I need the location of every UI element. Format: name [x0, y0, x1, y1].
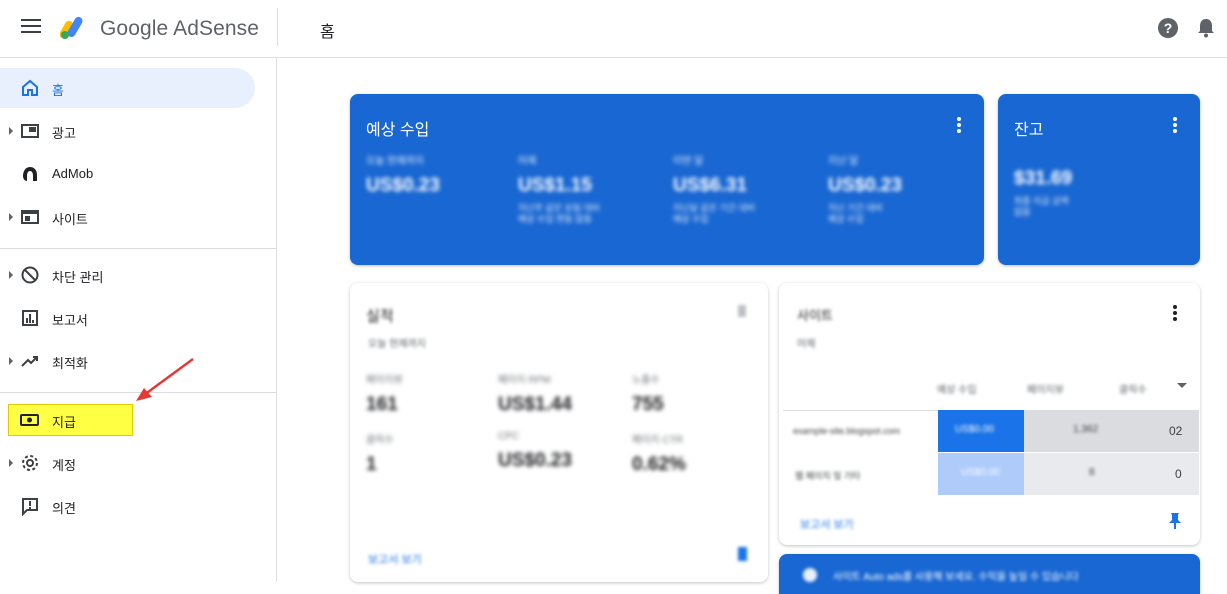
site-pageviews: 8: [1089, 467, 1095, 478]
pin-icon[interactable]: [1168, 512, 1182, 530]
notifications-bell-icon[interactable]: [1197, 18, 1215, 38]
expand-caret-icon[interactable]: [9, 127, 13, 135]
view-report-link[interactable]: 보고서 보기: [800, 516, 854, 532]
sites-icon: [21, 210, 39, 224]
notice-card: 사이트 Auto ads를 사용해 보세요. 수익을 높일 수 있습니다: [779, 554, 1200, 594]
expand-caret-icon[interactable]: [9, 357, 13, 365]
sidebar-divider: [0, 248, 276, 249]
page-title: 홈: [320, 24, 335, 41]
annotation-arrow: [136, 357, 194, 401]
estimated-earnings-card: 예상 수입 오늘 현재까지 US$0.23 어제 US$1.15 지난주 같은 …: [350, 94, 984, 265]
sidebar-item-ads[interactable]: 광고: [0, 111, 256, 151]
perf-metric: 노출수 755: [632, 375, 664, 415]
notice-text: 사이트 Auto ads를 사용해 보세요. 수익을 높일 수 있습니다: [833, 572, 1079, 583]
site-earnings: US$0.00: [955, 424, 994, 435]
clicks-bar: [1140, 453, 1199, 495]
table-row[interactable]: 웹 페이지 및 기타 US$0.00 8 0: [783, 453, 1199, 495]
perf-metric: 클릭수 1: [366, 435, 394, 475]
expand-caret-icon[interactable]: [9, 271, 13, 279]
date-range-dropdown[interactable]: 오늘 현재까지: [368, 335, 426, 350]
expand-caret-icon[interactable]: [9, 213, 13, 221]
column-header-earnings[interactable]: 예상 수입: [937, 381, 977, 396]
hamburger-menu-icon[interactable]: [21, 19, 41, 37]
sidebar-item-label: 지급: [52, 415, 76, 430]
trending-up-icon: [21, 356, 38, 367]
balance-card: 잔고 $31.69 최종 지급 금액 없음: [998, 94, 1200, 265]
reports-icon: [22, 310, 38, 326]
sidebar-item-label: 사이트: [52, 212, 88, 227]
site-name: 웹 페이지 및 기타: [795, 471, 861, 481]
sidebar-item-feedback[interactable]: 의견: [0, 486, 256, 526]
top-app-bar: Google AdSense 홈 ?: [0, 0, 1227, 58]
sidebar-item-label: 홈: [52, 83, 64, 98]
column-header-clicks[interactable]: 클릭수: [1119, 381, 1147, 396]
performance-card: 실적 오늘 현재까지 페이지뷰 161 페이지 RPM US$1.44 노출수 …: [350, 283, 768, 582]
chevron-down-icon[interactable]: [1177, 383, 1187, 388]
feedback-icon: [22, 498, 38, 516]
sidebar-item-account[interactable]: 계정: [0, 443, 256, 483]
card-title: 예상 수입: [366, 122, 430, 139]
perf-metric: 페이지뷰 161: [366, 375, 403, 415]
card-title: 잔고: [1014, 122, 1044, 139]
sidebar-item-label: AdMob: [52, 166, 94, 181]
ads-icon: [21, 124, 39, 138]
help-icon[interactable]: ?: [1158, 18, 1178, 38]
earnings-metric-this-month: 이번 달 US$6.31 지난달 같은 기간 대비 예상 수입: [673, 156, 756, 224]
info-icon: [803, 568, 817, 582]
adsense-logo: [60, 16, 83, 39]
earnings-metric-last-month: 지난 달 US$0.23 지난 기간 대비 예상 수입: [828, 156, 902, 224]
sidebar-item-blocking-controls[interactable]: 차단 관리: [0, 255, 256, 295]
payments-icon: [20, 414, 39, 426]
info-icon[interactable]: [738, 305, 746, 317]
perf-metric: 페이지 CTR 0.62%: [632, 435, 686, 475]
gear-icon: [22, 455, 38, 471]
site-earnings: US$0.00: [961, 467, 1000, 478]
more-vert-icon[interactable]: [957, 117, 961, 133]
sidebar-item-reports[interactable]: 보고서: [0, 298, 256, 338]
sidebar-item-home[interactable]: 홈: [0, 68, 255, 108]
sidebar-item-payments[interactable]: 지급: [0, 400, 256, 440]
admob-icon: [23, 167, 37, 181]
card-title: 사이트: [797, 308, 833, 323]
header-divider: [277, 8, 278, 46]
date-range-dropdown[interactable]: 어제: [797, 335, 815, 350]
expand-caret-icon[interactable]: [9, 459, 13, 467]
balance-value: $31.69 최종 지급 금액 없음: [1014, 168, 1073, 217]
more-vert-icon[interactable]: [1173, 117, 1177, 133]
sidebar-item-label: 계정: [52, 458, 76, 473]
site-name: example-site.blogspot.com: [793, 426, 901, 436]
earnings-metric-yesterday: 어제 US$1.15 지난주 같은 요일 대비 예상 수입 변동 없음: [518, 156, 601, 224]
sidebar-nav: 홈 광고 AdMob 사이트 차단 관리 보고서 최적화 지급 계정 의견: [0, 58, 277, 582]
earnings-metric-today: 오늘 현재까지 US$0.23: [366, 156, 440, 196]
table-row[interactable]: example-site.blogspot.com US$0.00 1,362 …: [783, 410, 1199, 452]
block-icon: [21, 266, 39, 284]
sidebar-item-optimization[interactable]: 최적화: [0, 341, 256, 381]
site-clicks: 02: [1169, 424, 1183, 438]
sidebar-item-sites[interactable]: 사이트: [0, 197, 256, 237]
sidebar-item-label: 최적화: [52, 356, 88, 371]
more-vert-icon[interactable]: [1173, 305, 1177, 321]
sidebar-item-label: 보고서: [52, 313, 88, 328]
site-pageviews: 1,362: [1073, 424, 1099, 435]
home-icon: [22, 79, 38, 96]
sidebar-item-label: 광고: [52, 126, 76, 141]
sidebar-item-label: 차단 관리: [52, 270, 104, 285]
site-clicks: 0: [1175, 467, 1182, 481]
perf-metric: 페이지 RPM US$1.44: [498, 375, 572, 415]
column-header-pageviews[interactable]: 페이지뷰: [1027, 381, 1064, 396]
sidebar-item-admob[interactable]: AdMob: [0, 154, 256, 194]
pin-icon[interactable]: [738, 547, 747, 561]
perf-metric: CPC US$0.23: [498, 431, 572, 471]
brand-title: Google AdSense: [100, 17, 260, 40]
sidebar-item-label: 의견: [52, 501, 76, 516]
card-title: 실적: [366, 308, 394, 325]
pageviews-bar: [1024, 453, 1140, 495]
view-report-link[interactable]: 보고서 보기: [368, 551, 422, 567]
